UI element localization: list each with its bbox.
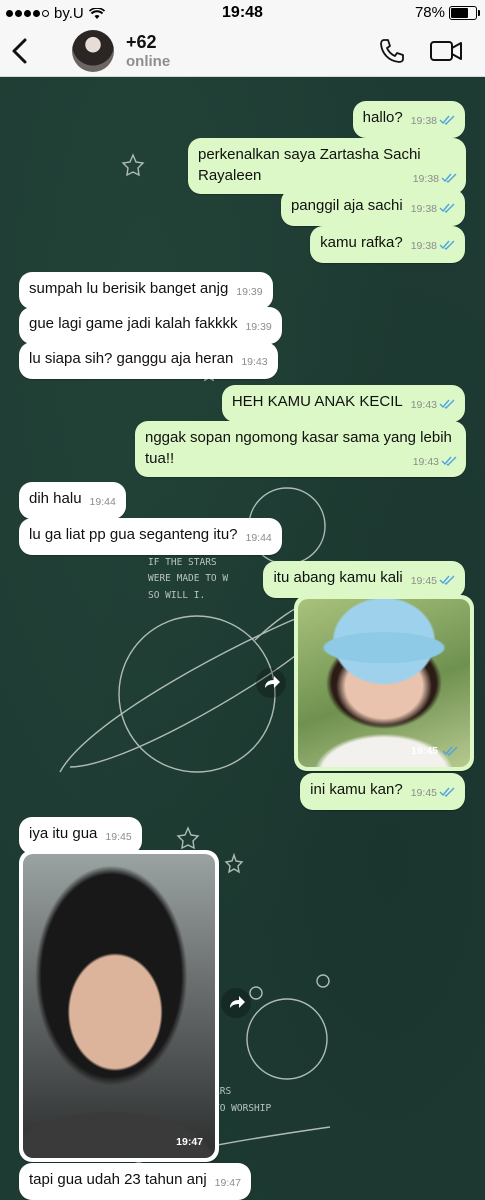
clock: 19:48 xyxy=(222,4,263,21)
message-time: 19:45 xyxy=(105,831,132,843)
message-bubble-outgoing[interactable]: HEH KAMU ANAK KECIL 19:43 xyxy=(221,385,465,422)
forward-arrow-icon xyxy=(265,676,280,688)
message-time: 19:44 xyxy=(89,496,116,508)
message-time: 19:39 xyxy=(236,286,263,298)
wallpaper-text-1: IF THE STARS xyxy=(148,557,217,568)
message-time: 19:43 xyxy=(413,452,457,473)
message-time: 19:44 xyxy=(245,532,272,544)
message-text: lu siapa sih? ganggu aja heran xyxy=(29,350,234,367)
read-receipt-icon xyxy=(439,115,455,125)
read-receipt-icon xyxy=(442,746,458,756)
read-receipt-icon xyxy=(439,575,455,585)
message-time: 19:45 xyxy=(411,745,458,757)
message-bubble-incoming[interactable]: gue lagi game jadi kalah fakkkk 19:39 xyxy=(19,307,282,344)
selfie-photo[interactable]: 19:47 xyxy=(23,854,215,1158)
back-chevron-icon[interactable] xyxy=(8,34,32,68)
message-bubble-outgoing[interactable]: kamu rafka? 19:38 xyxy=(310,226,465,263)
message-text: itu abang kamu kali xyxy=(273,569,403,586)
forward-button[interactable] xyxy=(221,988,251,1018)
message-text: gue lagi game jadi kalah fakkkk xyxy=(29,315,238,332)
contact-avatar[interactable] xyxy=(72,30,114,72)
message-text: iya itu gua xyxy=(29,825,98,842)
message-text: HEH KAMU ANAK KECIL xyxy=(231,393,403,410)
message-bubble-incoming[interactable]: iya itu gua 19:45 xyxy=(19,817,142,854)
message-text: nggak sopan ngomong kasar sama yang lebi… xyxy=(145,429,452,467)
forward-arrow-icon xyxy=(230,996,245,1008)
message-time: 19:38 xyxy=(411,236,455,257)
message-bubble-outgoing[interactable]: perkenalkan saya Zartasha Sachi Rayaleen… xyxy=(188,138,466,194)
read-receipt-icon xyxy=(439,203,455,213)
message-text: sumpah lu berisik banget anjg xyxy=(29,280,229,297)
message-bubble-outgoing[interactable]: hallo? 19:38 xyxy=(352,101,465,138)
child-photo[interactable]: 19:45 xyxy=(298,599,470,767)
message-text: tapi gua udah 23 tahun anj xyxy=(29,1171,207,1188)
message-text: dih halu xyxy=(29,490,82,507)
message-time: 19:45 xyxy=(411,571,455,592)
message-bubble-outgoing[interactable]: itu abang kamu kali 19:45 xyxy=(263,561,465,598)
read-receipt-icon xyxy=(439,240,455,250)
message-bubble-incoming[interactable]: sumpah lu berisik banget anjg 19:39 xyxy=(19,272,273,309)
chat-area[interactable]: IF THE STARS WERE MADE TO W SO WILL I. A… xyxy=(0,77,485,1200)
message-text: perkenalkan saya Zartasha Sachi Rayaleen xyxy=(198,146,421,184)
message-text: ini kamu kan? xyxy=(310,781,403,798)
photo-message-outgoing[interactable]: 19:45 xyxy=(294,595,474,771)
wallpaper-text-2: WERE MADE TO W xyxy=(148,573,228,584)
read-receipt-icon xyxy=(441,456,457,466)
message-time: 19:39 xyxy=(245,321,272,333)
contact-name[interactable]: +62 xyxy=(126,32,157,53)
forward-button[interactable] xyxy=(256,668,286,698)
video-camera-icon[interactable] xyxy=(429,37,463,65)
photo-message-incoming[interactable]: 19:47 xyxy=(19,850,219,1162)
message-time: 19:38 xyxy=(411,111,455,132)
read-receipt-icon xyxy=(439,787,455,797)
read-receipt-icon xyxy=(439,399,455,409)
message-text: hallo? xyxy=(362,109,403,126)
message-time: 19:38 xyxy=(411,199,455,220)
message-bubble-outgoing[interactable]: ini kamu kan? 19:45 xyxy=(300,773,465,810)
message-time: 19:47 xyxy=(214,1177,241,1189)
phone-icon[interactable] xyxy=(378,37,406,65)
message-bubble-incoming[interactable]: dih halu 19:44 xyxy=(19,482,126,519)
message-bubble-incoming[interactable]: tapi gua udah 23 tahun anj 19:47 xyxy=(19,1163,251,1200)
contact-status: online xyxy=(126,53,171,70)
message-bubble-outgoing[interactable]: panggil aja sachi 19:38 xyxy=(280,189,465,226)
battery-percent: 78% xyxy=(414,4,445,21)
status-bar: by.U 19:48 78% xyxy=(0,0,485,26)
message-time: 19:43 xyxy=(241,356,268,368)
message-bubble-incoming[interactable]: lu ga liat pp gua seganteng itu? 19:44 xyxy=(19,518,282,555)
message-time: 19:47 xyxy=(176,1136,203,1148)
read-receipt-icon xyxy=(441,173,457,183)
message-time: 19:43 xyxy=(411,395,455,416)
message-time: 19:45 xyxy=(411,783,455,804)
message-text: kamu rafka? xyxy=(320,234,403,251)
message-text: panggil aja sachi xyxy=(290,197,403,214)
chat-header: +62 online xyxy=(0,26,485,77)
battery-icon xyxy=(449,5,480,20)
wallpaper-text-3: SO WILL I. xyxy=(148,590,205,601)
message-time: 19:38 xyxy=(413,169,457,190)
wallpaper-text-5: TO WORSHIP xyxy=(214,1103,271,1114)
message-bubble-outgoing[interactable]: nggak sopan ngomong kasar sama yang lebi… xyxy=(135,421,466,477)
message-bubble-incoming[interactable]: lu siapa sih? ganggu aja heran 19:43 xyxy=(19,342,278,379)
message-text: lu ga liat pp gua seganteng itu? xyxy=(29,526,238,543)
